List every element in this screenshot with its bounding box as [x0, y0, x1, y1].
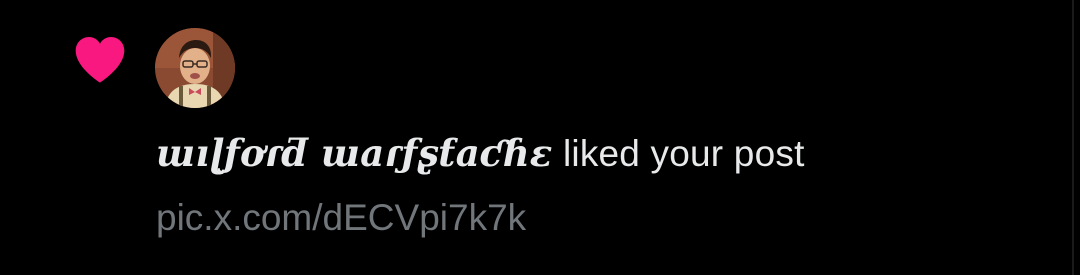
- divider: [1072, 0, 1074, 275]
- heart-icon: [75, 36, 125, 83]
- avatar[interactable]: [155, 28, 235, 108]
- notification-text: ɯıɭƒơɾƌ ɯaɾƒʂƭaƈɦɛ liked your post: [156, 130, 805, 177]
- username-link[interactable]: ɯıɭƒơɾƌ ɯaɾƒʂƭaƈɦɛ: [156, 131, 553, 175]
- like-notification[interactable]: ɯıɭƒơɾƌ ɯaɾƒʂƭaƈɦɛ liked your post pic.x…: [0, 0, 1080, 275]
- action-text: liked your post: [552, 133, 805, 174]
- avatar-image: [155, 28, 235, 108]
- post-link[interactable]: pic.x.com/dECVpi7k7k: [156, 195, 526, 241]
